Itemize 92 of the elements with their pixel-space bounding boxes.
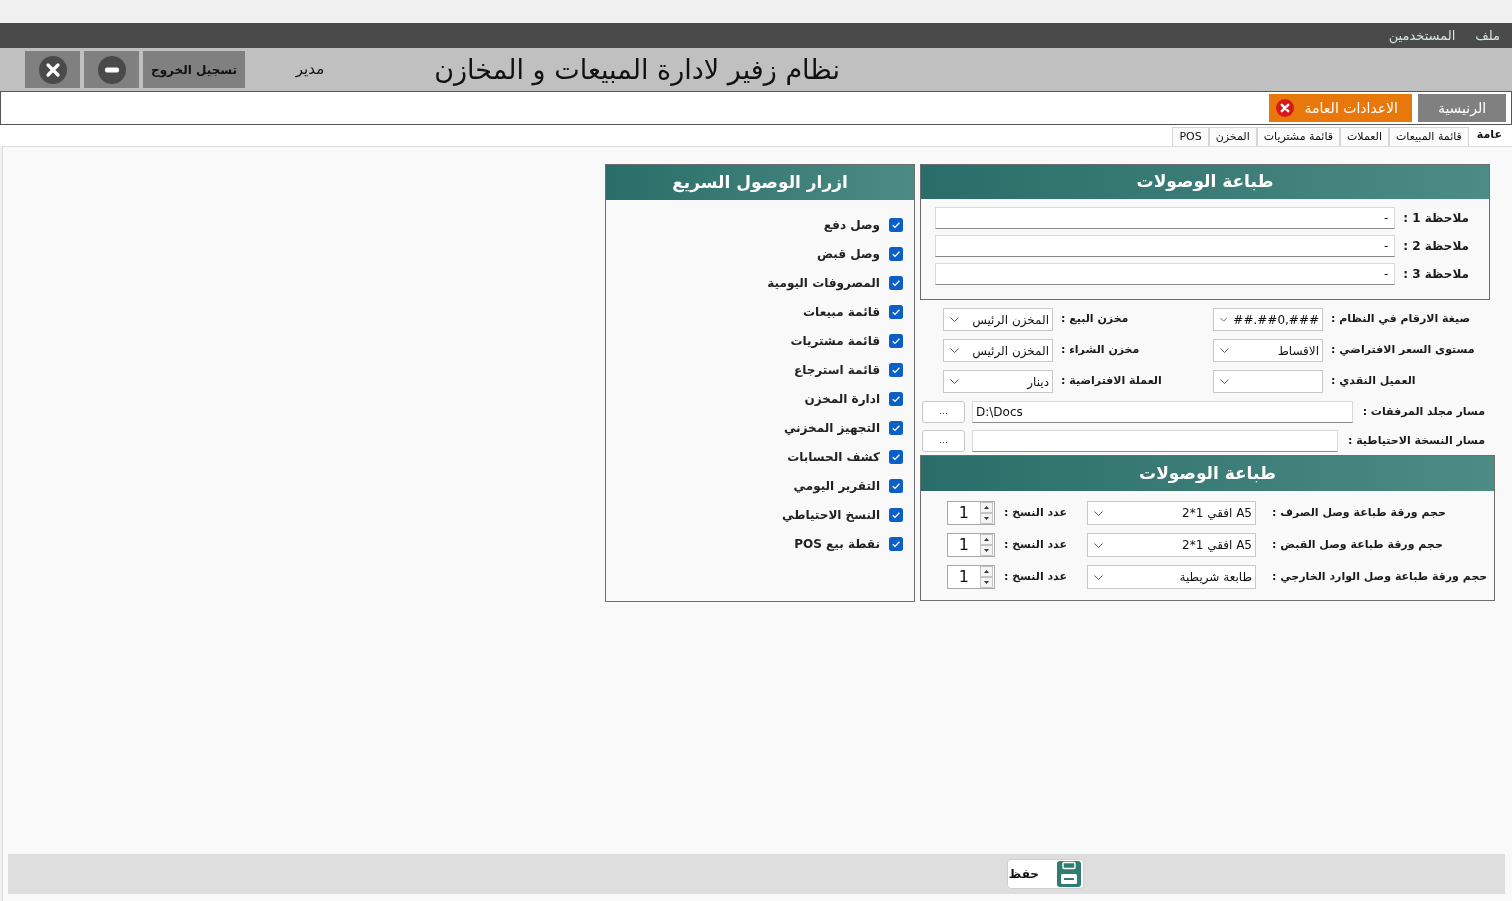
checkbox-label: قائمة استرجاع: [794, 361, 880, 379]
chevron-down-icon: [1220, 348, 1229, 353]
dropdown-field[interactable]: المخزن الرئيس: [943, 308, 1053, 331]
close-icon: [38, 55, 67, 84]
field-label: مستوى السعر الافتراضي :: [1331, 342, 1475, 359]
field-label: ملاحظة 1 :: [1403, 210, 1469, 227]
note-field[interactable]: -: [935, 235, 1396, 257]
chevron-down-icon: [1094, 542, 1103, 548]
panel-header: ازرار الوصول السريع: [606, 165, 914, 200]
checkbox-checked-icon[interactable]: [889, 478, 903, 493]
number-spinner[interactable]: 1: [946, 533, 995, 557]
checkbox-label: نقطة بيع POS: [794, 535, 880, 553]
chevron-down-icon: [1094, 510, 1103, 516]
checkbox-checked-icon[interactable]: [889, 391, 903, 406]
checkbox-label: النسخ الاحتياطي: [782, 506, 880, 524]
tab[interactable]: الرنيسية: [1418, 94, 1506, 122]
chevron-down-icon: [950, 317, 959, 322]
dropdown-field[interactable]: ###,##0.##: [1213, 308, 1323, 331]
tab[interactable]: قائمة مشتريات: [1256, 127, 1340, 146]
browse-button[interactable]: ...: [922, 430, 965, 452]
app-title: نظام زفير لادارة المبيعات و المخازن: [434, 52, 840, 87]
chevron-down-icon: [1220, 317, 1228, 322]
dropdown-field[interactable]: دينار: [943, 370, 1053, 393]
spinner-arrows-icon[interactable]: [979, 566, 993, 588]
field-label: صيغة الارقام في النظام :: [1331, 311, 1471, 328]
checkbox-checked-icon[interactable]: [889, 420, 903, 435]
checkbox-label: قائمة مبيعات: [803, 303, 880, 321]
checkbox-checked-icon[interactable]: [889, 217, 903, 232]
field-label: مخزن البيع :: [1061, 311, 1129, 328]
field-label: ملاحظة 3 :: [1403, 266, 1469, 283]
chevron-down-icon: [1220, 379, 1229, 384]
field-label: حجم ورقة طباعة وصل الصرف :: [1272, 504, 1446, 521]
checkbox-checked-icon[interactable]: [889, 275, 903, 290]
spinner-arrows-icon[interactable]: [979, 534, 993, 556]
number-spinner[interactable]: 1: [946, 565, 995, 589]
checkbox-label: وصل قبض: [816, 245, 880, 263]
chevron-down-icon: [950, 348, 959, 353]
field-label: العملة الافتراضية :: [1061, 373, 1162, 390]
save-button[interactable]: حفظ: [1007, 859, 1084, 889]
dropdown-field[interactable]: طابعة شريطية: [1087, 565, 1256, 589]
dropdown-field[interactable]: A5 افقي 1*2: [1087, 533, 1256, 557]
tab[interactable]: العملات: [1340, 127, 1389, 146]
logout-button[interactable]: تسجيل الخروج: [143, 51, 245, 88]
checkbox-checked-icon[interactable]: [889, 449, 903, 464]
chevron-down-icon: [1094, 574, 1103, 580]
close-button[interactable]: [25, 51, 80, 88]
checkbox-checked-icon[interactable]: [889, 362, 903, 377]
path-field[interactable]: D:\Docs: [972, 401, 1353, 423]
user-role-label: مدير: [295, 59, 325, 81]
dropdown-field[interactable]: المخزن الرئيس: [943, 339, 1053, 362]
checkbox-label: وصل دفع: [823, 216, 880, 234]
note-field[interactable]: -: [935, 263, 1396, 285]
path-field[interactable]: [972, 430, 1338, 452]
minimize-button[interactable]: [84, 51, 139, 88]
panel-header: طباعة الوصولات: [921, 165, 1489, 199]
checkbox-label: التقرير اليومي: [793, 477, 880, 495]
dropdown-field[interactable]: A5 افقي 1*2: [1087, 501, 1256, 525]
menu-item[interactable]: المستخدمين: [1388, 25, 1456, 46]
field-label: ملاحظة 2 :: [1403, 238, 1469, 255]
checkbox-label: المصروفات اليومية: [767, 274, 880, 292]
checkbox-checked-icon[interactable]: [889, 333, 903, 348]
number-spinner[interactable]: 1: [946, 501, 995, 525]
tab[interactable]: قائمة المبيعات: [1389, 127, 1469, 146]
field-label: مسار النسخة الاحتياطية :: [1347, 432, 1485, 449]
menu-item[interactable]: ملف: [1475, 25, 1500, 46]
field-label: مخزن الشراء :: [1061, 342, 1140, 359]
field-label: العميل النقدي :: [1331, 373, 1416, 390]
field-label: عدد النسخ :: [1003, 536, 1067, 553]
checkbox-label: ادارة المخزن: [804, 390, 880, 408]
field-label: مسار مجلد المرفقات :: [1362, 403, 1485, 420]
checkbox-checked-icon[interactable]: [889, 246, 903, 261]
checkbox-checked-icon[interactable]: [889, 536, 903, 551]
checkbox-checked-icon[interactable]: [889, 507, 903, 522]
checkbox-label: التجهيز المخزني: [783, 419, 880, 437]
note-field[interactable]: -: [935, 207, 1396, 229]
field-label: عدد النسخ :: [1003, 504, 1067, 521]
tab[interactable]: المخزن: [1208, 127, 1257, 146]
checkbox-label: قائمة مشتريات: [790, 332, 880, 350]
field-label: عدد النسخ :: [1003, 568, 1067, 585]
field-label: حجم ورقة طباعة وصل الوارد الخارجي :: [1272, 568, 1488, 585]
panel-header: طباعة الوصولات: [921, 456, 1494, 491]
close-icon[interactable]: [1276, 99, 1294, 117]
field-label: حجم ورقة طباعة وصل القبض :: [1272, 536, 1443, 553]
chevron-down-icon: [950, 379, 959, 384]
spinner-arrows-icon[interactable]: [979, 502, 993, 524]
checkbox-label: كشف الحسابات: [787, 448, 880, 466]
tab[interactable]: POS: [1172, 127, 1209, 146]
minimize-icon: [97, 55, 126, 84]
dropdown-field[interactable]: [1213, 370, 1323, 393]
dropdown-field[interactable]: الاقساط: [1213, 339, 1323, 362]
checkbox-checked-icon[interactable]: [889, 304, 903, 319]
browse-button[interactable]: ...: [922, 401, 965, 423]
